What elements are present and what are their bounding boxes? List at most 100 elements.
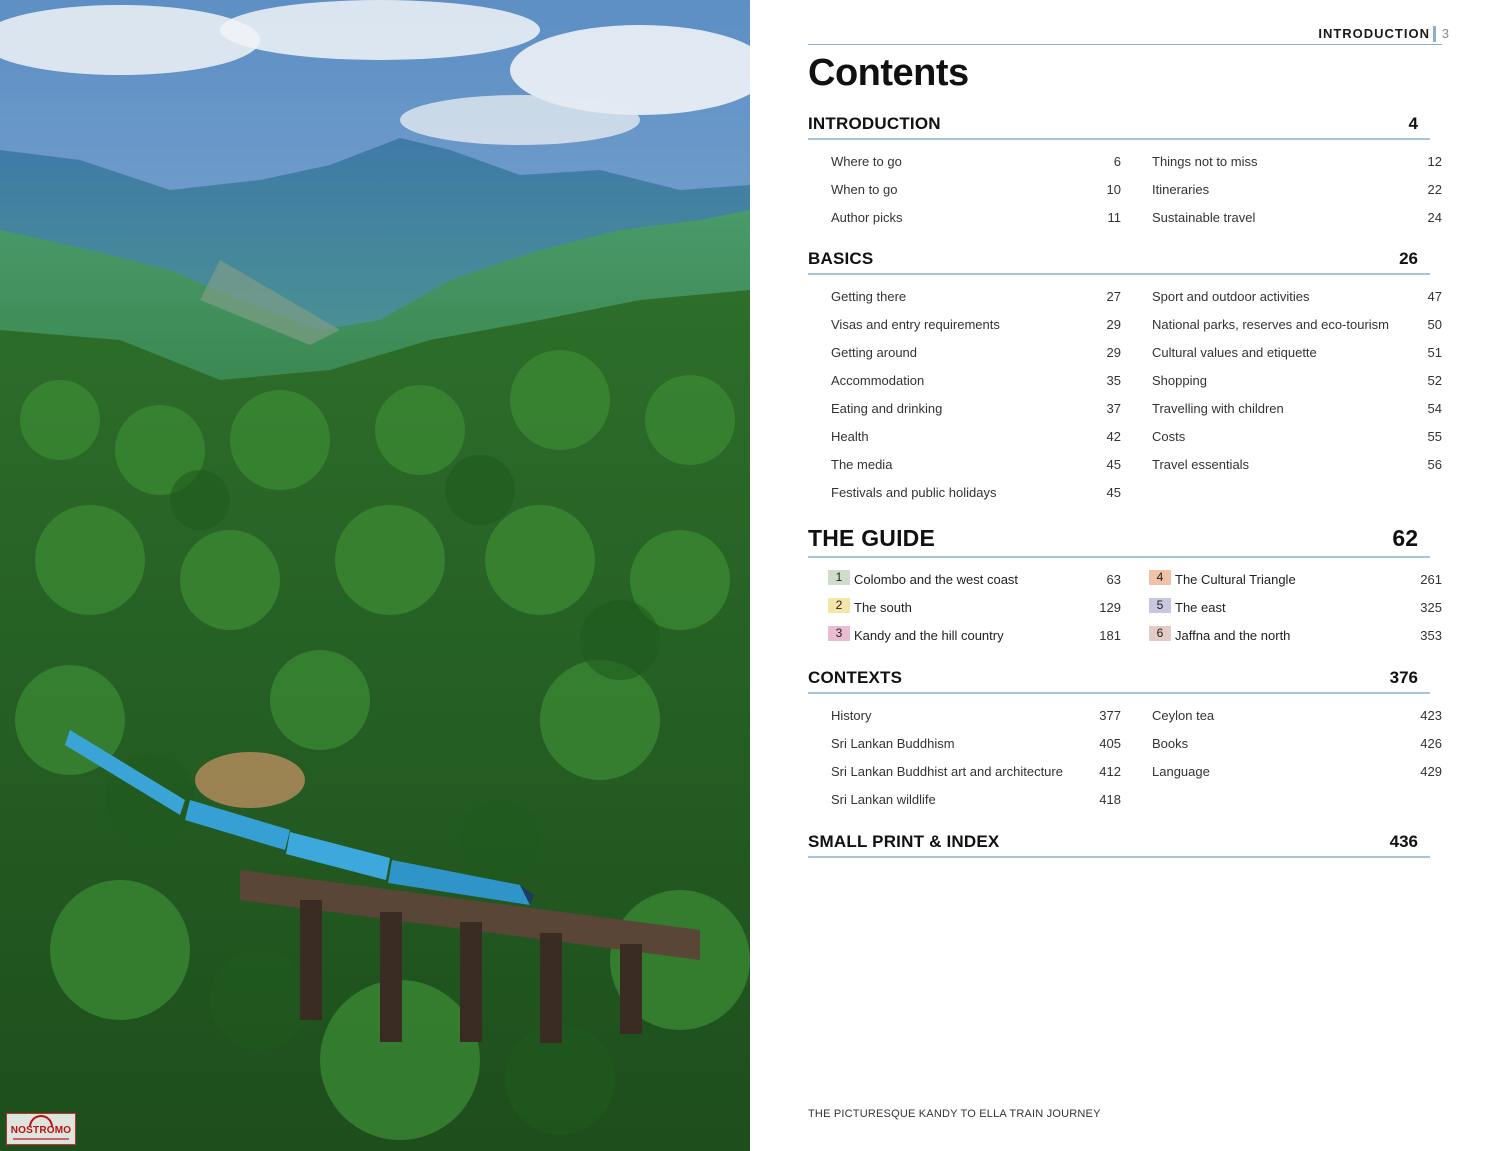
section-title: BASICS xyxy=(808,249,874,268)
nostromo-logo: NOSTROMO xyxy=(6,1113,76,1145)
entry-label: The Cultural Triangle xyxy=(1175,572,1296,587)
entry-label: Travel essentials xyxy=(1152,457,1250,472)
entry-page: 35 xyxy=(1106,373,1121,388)
entry-label: Visas and entry requirements xyxy=(831,317,1000,332)
contents-page: INTRODUCTION 3 Contents INTRODUCTION 4 W… xyxy=(750,0,1500,1151)
entries-right: Things not to miss 12 Itineraries 22 Susta… xyxy=(1152,148,1442,232)
entry-label: Kandy and the hill country xyxy=(854,628,1004,643)
toc-entry[interactable]: Sri Lankan wildlife 418 xyxy=(831,786,1121,814)
chapter-badge: 2 xyxy=(828,598,850,613)
entry-page: 12 xyxy=(1427,154,1442,169)
section-contexts: CONTEXTS 376 History 377 Sri Lankan Buddh… xyxy=(808,668,1442,820)
toc-entry[interactable]: Author picks 11 xyxy=(831,204,1121,232)
toc-entry[interactable]: National parks, reserves and eco-tourism… xyxy=(1152,311,1442,339)
toc-entry[interactable]: Visas and entry requirements 29 xyxy=(831,311,1121,339)
toc-entry[interactable]: 3 Kandy and the hill country 181 xyxy=(828,622,1121,650)
entry-page: 55 xyxy=(1427,429,1442,444)
toc-entry[interactable]: Eating and drinking 37 xyxy=(831,395,1121,423)
toc-entry[interactable]: Sri Lankan Buddhism 405 xyxy=(831,730,1121,758)
entry-page: 423 xyxy=(1420,708,1442,723)
entry-page: 50 xyxy=(1427,317,1442,332)
toc-entry[interactable]: History 377 xyxy=(831,702,1121,730)
section-page: 26 xyxy=(1399,249,1418,268)
toc-entry[interactable]: Itineraries 22 xyxy=(1152,176,1442,204)
entry-label: Travelling with children xyxy=(1152,401,1284,416)
toc-entry[interactable]: Language 429 xyxy=(1152,758,1442,786)
toc-entry[interactable]: The media 45 xyxy=(831,451,1121,479)
toc-entry[interactable]: 4 The Cultural Triangle 261 xyxy=(1149,566,1442,594)
entry-label: The south xyxy=(854,600,912,615)
toc-entry[interactable]: Health 42 xyxy=(831,423,1121,451)
page-title: Contents xyxy=(808,52,969,94)
toc-entry[interactable]: Cultural values and etiquette 51 xyxy=(1152,339,1442,367)
section-page: 4 xyxy=(1408,114,1418,133)
toc-entry[interactable]: Getting there 27 xyxy=(831,283,1121,311)
entries-right: 4 The Cultural Triangle 261 5 The east 325 6… xyxy=(1149,566,1442,650)
entry-page: 426 xyxy=(1420,736,1442,751)
toc-entry[interactable]: Getting around 29 xyxy=(831,339,1121,367)
cover-photo: NOSTROMO xyxy=(0,0,750,1151)
entry-label: Festivals and public holidays xyxy=(831,485,997,500)
entry-label: Shopping xyxy=(1152,373,1207,388)
entry-page: 45 xyxy=(1106,485,1121,500)
entry-label: Ceylon tea xyxy=(1152,708,1215,723)
entry-page: 56 xyxy=(1427,457,1442,472)
toc-entry[interactable]: Festivals and public holidays 45 xyxy=(831,479,1121,507)
entries-left: Getting there 27 Visas and entry requirem… xyxy=(831,283,1121,507)
entry-page: 429 xyxy=(1420,764,1442,779)
toc-entry[interactable]: Accommodation 35 xyxy=(831,367,1121,395)
section-page: 436 xyxy=(1389,832,1418,851)
entry-page: 405 xyxy=(1099,736,1121,751)
entry-label: The east xyxy=(1175,600,1226,615)
section-header[interactable]: THE GUIDE 62 xyxy=(808,525,1430,558)
section-title: CONTEXTS xyxy=(808,668,903,687)
toc-entry[interactable]: 6 Jaffna and the north 353 xyxy=(1149,622,1442,650)
section-title: THE GUIDE xyxy=(808,525,936,551)
entry-page: 29 xyxy=(1106,317,1121,332)
toc-entry[interactable]: Costs 55 xyxy=(1152,423,1442,451)
toc-entry[interactable]: 2 The south 129 xyxy=(828,594,1121,622)
entry-page: 52 xyxy=(1427,373,1442,388)
toc-entry[interactable]: Books 426 xyxy=(1152,730,1442,758)
chapter-badge: 5 xyxy=(1149,598,1171,613)
entry-label: Sport and outdoor activities xyxy=(1152,289,1310,304)
toc-entry[interactable]: 1 Colombo and the west coast 63 xyxy=(828,566,1121,594)
section-page: 376 xyxy=(1389,668,1418,687)
entry-label: Getting there xyxy=(831,289,907,304)
section-header[interactable]: BASICS 26 xyxy=(808,249,1430,275)
entry-label: The media xyxy=(831,457,893,472)
running-title: INTRODUCTION xyxy=(1318,26,1430,41)
toc-entry[interactable]: Sri Lankan Buddhist art and architecture… xyxy=(831,758,1121,786)
toc-entry[interactable]: When to go 10 xyxy=(831,176,1121,204)
entry-label: Getting around xyxy=(831,345,918,360)
entry-label: National parks, reserves and eco-tourism xyxy=(1152,317,1389,332)
toc-entry[interactable]: Sustainable travel 24 xyxy=(1152,204,1442,232)
logo-arc-icon xyxy=(29,1115,53,1127)
logo-tagline xyxy=(13,1138,69,1140)
entry-page: 37 xyxy=(1106,401,1121,416)
toc-entry[interactable]: Travel essentials 56 xyxy=(1152,451,1442,479)
toc-entry[interactable]: Travelling with children 54 xyxy=(1152,395,1442,423)
toc-entry[interactable]: Things not to miss 12 xyxy=(1152,148,1442,176)
toc-entry[interactable]: Sport and outdoor activities 47 xyxy=(1152,283,1442,311)
entries-left: Where to go 6 When to go 10 Author picks 11 xyxy=(831,148,1121,232)
section-header[interactable]: SMALL PRINT & INDEX 436 xyxy=(808,832,1430,858)
section-header[interactable]: CONTEXTS 376 xyxy=(808,668,1430,694)
toc-entry[interactable]: 5 The east 325 xyxy=(1149,594,1442,622)
entry-page: 22 xyxy=(1427,182,1442,197)
toc-entry[interactable]: Where to go 6 xyxy=(831,148,1121,176)
section-title: INTRODUCTION xyxy=(808,114,941,133)
section-header[interactable]: INTRODUCTION 4 xyxy=(808,114,1430,140)
toc-entry[interactable]: Shopping 52 xyxy=(1152,367,1442,395)
entry-label: Colombo and the west coast xyxy=(854,572,1019,587)
toc-entry[interactable]: Ceylon tea 423 xyxy=(1152,702,1442,730)
train-landscape-illustration xyxy=(0,0,750,1151)
entry-page: 24 xyxy=(1427,210,1442,225)
entry-page: 27 xyxy=(1106,289,1121,304)
section-guide: THE GUIDE 62 1 Colombo and the west coast… xyxy=(808,525,1442,656)
chapter-badge: 6 xyxy=(1149,626,1171,641)
section-smallprint: SMALL PRINT & INDEX 436 xyxy=(808,832,1430,858)
entry-page: 129 xyxy=(1099,600,1121,615)
entry-label: Things not to miss xyxy=(1152,154,1258,169)
page-number: 3 xyxy=(1441,26,1449,41)
